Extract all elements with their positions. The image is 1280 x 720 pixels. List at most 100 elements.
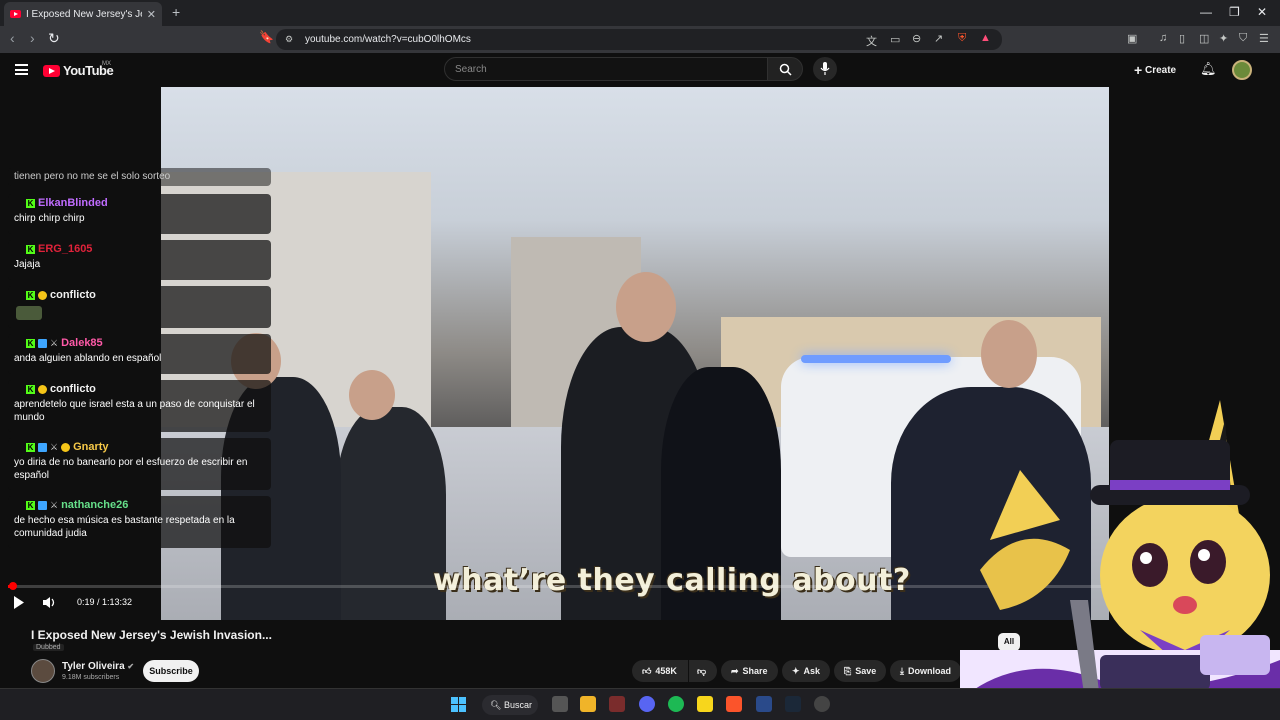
app-icon[interactable] bbox=[756, 696, 772, 712]
download-button[interactable]: ⤓ Download bbox=[890, 660, 961, 682]
forward-icon[interactable]: › bbox=[30, 30, 35, 46]
sticky-notes-icon[interactable] bbox=[697, 696, 713, 712]
tab-search-icon[interactable]: ▣ bbox=[1127, 32, 1137, 45]
leo-ai-icon[interactable]: ✦ bbox=[1219, 32, 1228, 45]
share-page-icon[interactable]: ↗ bbox=[934, 32, 943, 45]
chat-message: K ERG_1605 Jajaja bbox=[8, 240, 271, 280]
tab-close-icon[interactable]: ✕ bbox=[147, 8, 156, 21]
country-code: MX bbox=[102, 61, 111, 67]
video-scene-person bbox=[336, 407, 446, 620]
zoom-icon[interactable]: ⊖ bbox=[912, 32, 921, 45]
chat-username: Gnarty bbox=[73, 441, 109, 453]
site-info-icon[interactable]: ⚙ bbox=[285, 34, 293, 45]
subscriber-badge-icon bbox=[38, 442, 47, 452]
sparkle-icon: ✦ bbox=[792, 665, 800, 676]
new-tab-button[interactable]: + bbox=[172, 4, 180, 20]
kick-badge-icon: K bbox=[26, 290, 35, 300]
app-icon[interactable] bbox=[609, 696, 625, 712]
translate-icon[interactable]: 文 bbox=[866, 33, 877, 49]
reload-icon[interactable]: ↻ bbox=[48, 30, 60, 47]
save-button[interactable]: ⎘ Save bbox=[834, 660, 887, 682]
chat-message: K ElkanBlinded chirp chirp chirp bbox=[8, 194, 271, 234]
vpn-icon[interactable]: ⛉ bbox=[1239, 32, 1247, 45]
account-avatar[interactable] bbox=[1232, 60, 1252, 80]
bookmark-icon[interactable]: 🔖 bbox=[259, 30, 274, 44]
task-view-icon[interactable] bbox=[552, 696, 568, 712]
window-close-icon[interactable]: ✕ bbox=[1257, 5, 1267, 19]
chat-username: conflicto bbox=[50, 383, 96, 395]
address-bar-row: ‹ › ↻ 🔖 ⚙ youtube.com/watch?v=cubO0lhOMc… bbox=[0, 26, 1280, 53]
vtuber-avatar-overlay bbox=[960, 400, 1280, 720]
file-explorer-icon[interactable] bbox=[580, 696, 596, 712]
dubbed-label: Dubbed bbox=[36, 644, 61, 651]
discord-icon[interactable] bbox=[639, 696, 655, 712]
coin-badge-icon bbox=[38, 384, 47, 394]
search-input[interactable]: Search bbox=[444, 57, 768, 81]
microphone-icon bbox=[820, 62, 830, 75]
chat-text: de hecho esa música es bastante respetad… bbox=[14, 515, 235, 539]
chat-username: ERG_1605 bbox=[38, 243, 93, 255]
share-button[interactable]: ➦ Share bbox=[721, 660, 778, 682]
thumbs-up-icon: 👍︎ bbox=[642, 665, 652, 676]
spotify-icon[interactable] bbox=[668, 696, 684, 712]
notifications-bell-icon[interactable]: 🔔︎ bbox=[1200, 61, 1217, 77]
brave-browser-icon[interactable] bbox=[726, 696, 742, 712]
progress-scrubber[interactable] bbox=[9, 582, 17, 590]
channel-name: Tyler Oliveira bbox=[62, 661, 125, 672]
channel-avatar[interactable] bbox=[31, 659, 55, 683]
wallet-icon[interactable]: ◫ bbox=[1199, 32, 1209, 45]
coin-badge-icon bbox=[61, 442, 71, 452]
minimize-icon[interactable]: — bbox=[1200, 5, 1212, 19]
cast-icon[interactable]: ▭ bbox=[890, 33, 900, 46]
subscriber-badge-icon bbox=[38, 338, 47, 348]
voice-search-button[interactable] bbox=[813, 57, 837, 81]
chat-message: tienen pero no me se el solo sorteo bbox=[8, 168, 271, 186]
search-button[interactable] bbox=[767, 57, 803, 81]
play-icon bbox=[14, 596, 24, 609]
volume-button[interactable] bbox=[43, 596, 56, 612]
obs-icon[interactable] bbox=[814, 696, 830, 712]
subscriber-count: 9.18M subscribers bbox=[62, 674, 120, 681]
chat-message: Kconflicto aprendetelo que israel esta a… bbox=[8, 380, 271, 432]
chat-text: yo diria de no banearlo por el esfuerzo … bbox=[14, 457, 248, 481]
video-scene-head bbox=[616, 272, 676, 342]
brave-rewards-icon[interactable]: ▲ bbox=[980, 32, 991, 44]
browser-tab-active[interactable]: I Exposed New Jersey's Jewish In ✕ bbox=[4, 2, 162, 26]
save-label: Save bbox=[855, 666, 877, 676]
kick-badge-icon: K bbox=[26, 500, 35, 510]
chat-text: chirp chirp chirp bbox=[14, 213, 85, 224]
channel-name-link[interactable]: Tyler Oliveira ✔ bbox=[62, 661, 134, 672]
like-button[interactable]: 👍︎ 458K bbox=[632, 660, 688, 682]
dislike-button[interactable]: 👎︎ bbox=[689, 660, 717, 682]
time-display: 0:19 / 1:13:32 bbox=[77, 597, 133, 607]
create-button[interactable]: + Create bbox=[1134, 62, 1176, 78]
taskbar-search[interactable]: 🔍︎ Buscar bbox=[482, 695, 538, 715]
steam-icon[interactable] bbox=[785, 696, 801, 712]
video-subtitle: what’re they calling about? bbox=[433, 563, 911, 598]
sword-badge-icon: ⚔ bbox=[50, 337, 59, 348]
video-scene-head bbox=[981, 320, 1037, 388]
back-icon[interactable]: ‹ bbox=[10, 30, 15, 46]
hamburger-menu-icon[interactable] bbox=[15, 64, 28, 75]
kick-badge-icon: K bbox=[26, 384, 35, 394]
url-field[interactable]: ⚙ youtube.com/watch?v=cubO0lhOMcs 文 ▭ ⊖ … bbox=[276, 29, 1002, 50]
search-icon: 🔍︎ bbox=[490, 700, 502, 710]
search-placeholder: Search bbox=[455, 64, 487, 75]
browser-menu-icon[interactable]: ☰ bbox=[1259, 32, 1269, 45]
video-scene-head bbox=[349, 370, 395, 420]
subscriber-badge-icon bbox=[38, 500, 47, 510]
sidebar-icon[interactable]: ▯ bbox=[1179, 32, 1185, 45]
bookmark-save-icon: ⎘ bbox=[844, 665, 852, 676]
chat-username: ElkanBlinded bbox=[38, 197, 108, 209]
download-icon: ⤓ bbox=[900, 665, 904, 676]
maximize-icon[interactable]: ❐ bbox=[1229, 5, 1240, 19]
subscribe-button[interactable]: Subscribe bbox=[143, 660, 199, 682]
media-icon[interactable]: ♫ bbox=[1159, 32, 1167, 44]
like-count: 458K bbox=[655, 666, 677, 676]
brave-shield-icon[interactable]: ⛨ bbox=[958, 32, 966, 45]
chat-text: anda alguien ablando en español bbox=[14, 353, 162, 364]
ask-button[interactable]: ✦ Ask bbox=[782, 660, 831, 682]
windows-start-icon[interactable] bbox=[451, 697, 466, 712]
chat-text: tienen pero no me se el solo sorteo bbox=[14, 171, 171, 182]
play-button[interactable] bbox=[13, 596, 25, 612]
